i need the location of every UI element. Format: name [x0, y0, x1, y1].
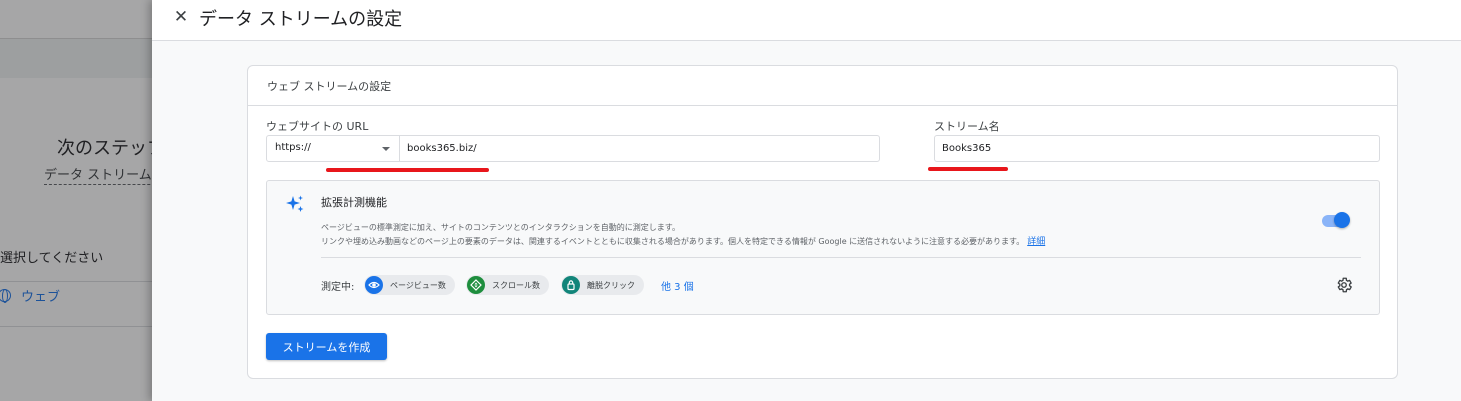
enhanced-measurement-title: 拡張計測機能 [321, 196, 387, 209]
measuring-label: 測定中: [321, 282, 355, 293]
gear-icon[interactable] [1335, 276, 1353, 294]
stream-name-label: ストリーム名 [934, 120, 1000, 133]
drawer-title: データ ストリームの設定 [199, 9, 403, 30]
divider [321, 257, 1361, 258]
outbound-clicks-chip[interactable]: 離脱クリック [561, 275, 644, 295]
chevron-down-icon [382, 147, 390, 151]
red-underline-annotation [928, 167, 1008, 171]
chip-label: スクロール数 [492, 280, 540, 290]
description-line: リンクや埋め込み動画などのページ上の要素のデータは、関連するイベントとともに収集… [321, 235, 1045, 249]
enhanced-measurement-description: ページビューの標準測定に加え、サイトのコンテンツとのインタラクションを自動的に測… [321, 221, 1045, 249]
lock-icon [562, 276, 580, 294]
website-url-input[interactable] [400, 136, 879, 161]
web-stream-settings-card: ウェブ ストリームの設定 ウェブサイトの URL https:// ストリーム名… [247, 65, 1398, 379]
scroll-icon [467, 276, 485, 294]
website-url-field: https:// [266, 135, 880, 162]
website-url-label: ウェブサイトの URL [266, 120, 369, 133]
enhanced-measurement-toggle[interactable] [1322, 212, 1351, 230]
chip-label: 離脱クリック [587, 280, 635, 290]
toggle-thumb [1334, 212, 1350, 228]
learn-more-link[interactable]: 詳細 [1027, 237, 1045, 247]
card-title: ウェブ ストリームの設定 [267, 80, 392, 93]
create-stream-button[interactable]: ストリームを作成 [266, 333, 387, 360]
modal-scrim[interactable] [0, 0, 152, 401]
close-icon[interactable]: ✕ [172, 6, 190, 28]
enhanced-measurement-panel: 拡張計測機能 ページビューの標準測定に加え、サイトのコンテンツとのインタラクショ… [266, 180, 1380, 315]
sparkle-icon [286, 195, 304, 212]
page-views-chip[interactable]: ページビュー数 [364, 275, 455, 295]
data-stream-setup-drawer: ✕ データ ストリームの設定 ウェブ ストリームの設定 ウェブサイトの URL … [152, 0, 1461, 401]
more-events-link[interactable]: 他 3 個 [661, 278, 694, 293]
drawer-header: ✕ データ ストリームの設定 [152, 0, 1461, 41]
description-line: ページビューの標準測定に加え、サイトのコンテンツとのインタラクションを自動的に測… [321, 223, 680, 232]
eye-icon [365, 276, 383, 294]
chip-label: ページビュー数 [390, 280, 446, 290]
protocol-value: https:// [275, 142, 311, 153]
divider [248, 105, 1397, 106]
protocol-select[interactable]: https:// [267, 136, 400, 161]
red-underline-annotation [326, 168, 489, 172]
stream-name-input[interactable] [934, 135, 1380, 162]
description-text: リンクや埋め込み動画などのページ上の要素のデータは、関連するイベントとともに収集… [321, 237, 1025, 246]
scrolls-chip[interactable]: スクロール数 [466, 275, 549, 295]
